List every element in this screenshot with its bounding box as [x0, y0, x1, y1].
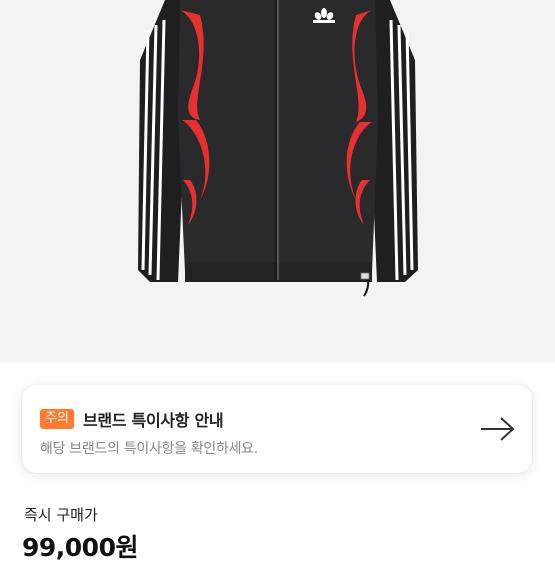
warning-badge: 주의: [40, 409, 74, 429]
notice-title: 브랜드 특이사항 안내: [83, 411, 224, 430]
notice-subtitle: 해당 브랜드의 특이사항을 확인하세요.: [40, 441, 258, 457]
arrow-right-icon[interactable]: [478, 415, 518, 443]
jacket-illustration: [0, 0, 555, 362]
price-value: 99,000원: [22, 533, 138, 562]
brand-notice-card[interactable]: 주의 브랜드 특이사항 안내 해당 브랜드의 특이사항을 확인하세요.: [22, 385, 532, 473]
product-image[interactable]: [0, 0, 555, 362]
price-label: 즉시 구매가: [24, 506, 98, 524]
